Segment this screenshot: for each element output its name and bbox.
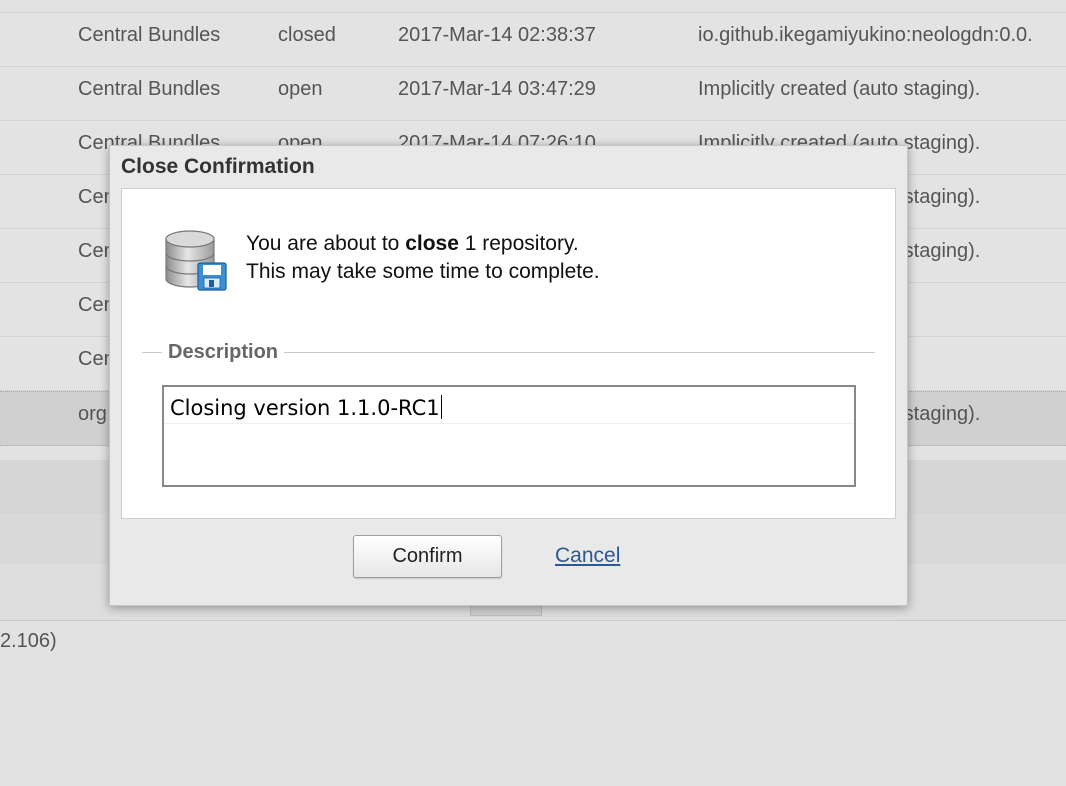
updated-cell: 2017-Mar-14 02:38:37 — [398, 24, 596, 46]
confirmation-message: You are about to close 1 repository. Thi… — [246, 230, 600, 286]
page: Central Bundles closed 2017-Mar-14 02:38… — [0, 0, 1066, 786]
description-cell: Implicitly created (auto staging). — [698, 78, 981, 100]
dialog-body: You are about to close 1 repository. Thi… — [121, 188, 896, 519]
textarea-divider — [164, 423, 854, 424]
message-suffix: 1 repository. — [458, 232, 579, 255]
status-cell: closed — [278, 24, 336, 46]
text-caret — [440, 395, 442, 419]
message-action: close — [405, 232, 459, 255]
status-cell: open — [278, 78, 323, 100]
updated-cell: 2017-Mar-14 03:47:29 — [398, 78, 596, 100]
profile-cell: org — [78, 403, 107, 425]
table-row[interactable]: Central Bundles open 2017-Mar-14 03:47:2… — [0, 67, 1066, 121]
footer-version: 2.106) — [0, 630, 57, 652]
dialog-title: Close Confirmation — [121, 155, 315, 178]
cancel-link[interactable]: Cancel — [555, 542, 620, 570]
description-value: Closing version 1.1.0-RC1 — [170, 396, 440, 420]
message-line-1: You are about to close 1 repository. — [246, 230, 600, 258]
profile-cell: Central Bundles — [78, 78, 221, 100]
database-save-icon — [165, 230, 227, 291]
description-cell: io.github.ikegamiyukino:neologdn:0.0. — [698, 24, 1033, 46]
table-row[interactable]: Central Bundles closed 2017-Mar-14 02:38… — [0, 13, 1066, 67]
profile-cell: Central Bundles — [78, 24, 221, 46]
description-legend: Description — [162, 339, 285, 365]
confirm-button[interactable]: Confirm — [353, 535, 502, 578]
description-textarea[interactable]: Closing version 1.1.0-RC1 — [162, 385, 856, 487]
close-confirmation-dialog: Close Confirmation You are about to clos… — [109, 145, 908, 606]
description-text: Closing version 1.1.0-RC1 — [170, 395, 840, 421]
message-prefix: You are about to — [246, 232, 406, 255]
message-line-2: This may take some time to complete. — [246, 260, 600, 283]
